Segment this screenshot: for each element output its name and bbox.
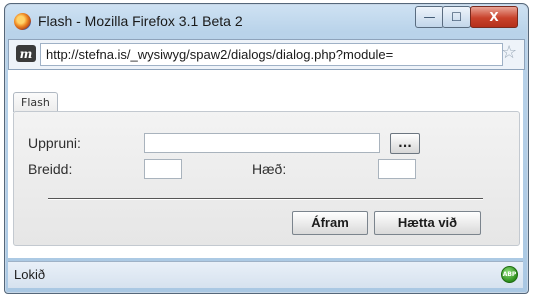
firefox-icon (14, 13, 31, 30)
continue-button[interactable]: Áfram (292, 211, 368, 235)
url-field[interactable]: http://stefna.is/_wysiwyg/spaw2/dialogs/… (40, 43, 503, 66)
site-favicon-icon: m (16, 45, 36, 62)
tab-flash[interactable]: Flash (13, 92, 58, 112)
width-input[interactable] (144, 159, 182, 179)
star-icon[interactable]: ☆ (501, 43, 517, 63)
source-label: Uppruni: (28, 135, 81, 151)
minimize-button[interactable]: — (415, 6, 444, 28)
cancel-button[interactable]: Hætta við (374, 211, 481, 235)
browse-button[interactable]: ... (390, 133, 420, 154)
status-text: Lokið (14, 267, 46, 282)
source-input[interactable] (144, 133, 380, 153)
close-button[interactable]: X (470, 6, 518, 28)
status-bar: Lokið ABP (8, 261, 523, 288)
maximize-button[interactable]: ☐ (442, 6, 471, 28)
window-title: Flash - Mozilla Firefox 3.1 Beta 2 (38, 13, 243, 29)
address-bar: m http://stefna.is/_wysiwyg/spaw2/dialog… (8, 39, 525, 70)
title-bar[interactable]: Flash - Mozilla Firefox 3.1 Beta 2 — ☐ X (5, 4, 528, 38)
width-label: Breidd: (28, 161, 73, 177)
flash-panel: Uppruni: ... Breidd: Hæð: Áfram Hætta vi… (13, 111, 520, 246)
dialog-content: Flash Uppruni: ... Breidd: Hæð: Áfram Hæ… (8, 70, 523, 258)
adblock-plus-icon[interactable]: ABP (501, 266, 518, 283)
browser-window: Flash - Mozilla Firefox 3.1 Beta 2 — ☐ X… (4, 3, 529, 294)
height-label: Hæð: (252, 161, 287, 177)
height-input[interactable] (378, 159, 416, 179)
separator (48, 198, 483, 200)
